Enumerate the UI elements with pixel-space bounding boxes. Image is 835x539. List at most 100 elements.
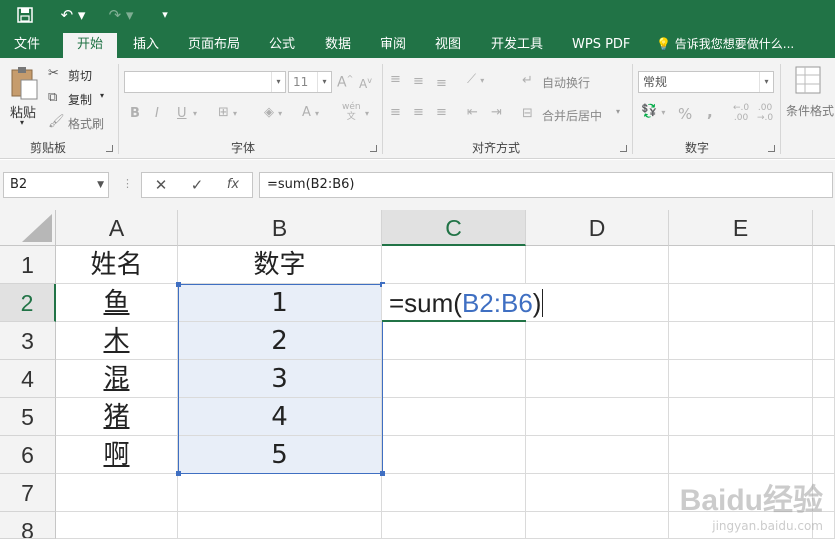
name-box[interactable]: B2 ▼ — [3, 172, 109, 198]
column-header-e[interactable]: E — [669, 210, 813, 246]
cell-d3[interactable] — [526, 322, 669, 360]
number-format-select[interactable]: 常规 ▾ — [638, 71, 774, 93]
conditional-formatting-button[interactable]: 条件格式 — [786, 66, 835, 136]
comma-button[interactable]: , — [707, 103, 713, 121]
cell-c4[interactable] — [382, 360, 526, 398]
enter-button[interactable]: ✓ — [180, 173, 214, 197]
cell-d2[interactable] — [526, 284, 669, 322]
fill-color-icon[interactable]: ◈ ▾ — [264, 105, 282, 120]
row-header-1[interactable]: 1 — [0, 246, 56, 284]
decrease-decimal-icon[interactable]: .00 →.0 — [757, 103, 773, 123]
cell-b8[interactable] — [178, 512, 382, 539]
cut-button[interactable]: ✂ 剪切 — [48, 66, 108, 84]
cell-c5[interactable] — [382, 398, 526, 436]
cell-a2[interactable]: 鱼 — [56, 284, 178, 322]
underline-dropdown-icon[interactable]: ▾ — [193, 109, 197, 118]
column-header-f[interactable] — [813, 210, 835, 246]
tab-file[interactable]: 文件 — [14, 31, 40, 58]
row-header-2[interactable]: 2 — [0, 284, 56, 322]
tab-home[interactable]: 开始 — [63, 33, 117, 58]
column-header-c[interactable]: C — [382, 210, 526, 246]
cell-e5[interactable] — [669, 398, 813, 436]
align-middle-icon[interactable]: ≡ — [413, 74, 424, 89]
insert-function-button[interactable]: fx — [216, 173, 250, 197]
cell-a4[interactable]: 混 — [56, 360, 178, 398]
cell-c3[interactable] — [382, 322, 526, 360]
row-header-4[interactable]: 4 — [0, 360, 56, 398]
cell-a7[interactable] — [56, 474, 178, 512]
tab-formulas[interactable]: 公式 — [269, 31, 295, 58]
column-header-a[interactable]: A — [56, 210, 178, 246]
cell-b1[interactable]: 数字 — [178, 246, 382, 284]
row-header-5[interactable]: 5 — [0, 398, 56, 436]
redo-icon[interactable]: ↷ ▾ — [106, 4, 136, 26]
phonetic-guide-button[interactable]: wén 文 — [342, 102, 361, 122]
cell-e3[interactable] — [669, 322, 813, 360]
column-header-d[interactable]: D — [526, 210, 669, 246]
tab-view[interactable]: 视图 — [435, 31, 461, 58]
tab-wps-pdf[interactable]: WPS PDF — [572, 31, 630, 58]
orientation-icon[interactable]: ⟋ ▾ — [467, 72, 484, 87]
cell-b6[interactable]: 5 — [178, 436, 382, 474]
cell-a5[interactable]: 猪 — [56, 398, 178, 436]
tab-data[interactable]: 数据 — [325, 31, 351, 58]
cell-f6[interactable] — [813, 436, 835, 474]
clipboard-launcher-icon[interactable] — [106, 145, 113, 152]
alignment-launcher-icon[interactable] — [620, 145, 627, 152]
cell-e2[interactable] — [669, 284, 813, 322]
row-header-8[interactable]: 8 — [0, 512, 56, 539]
font-size-input[interactable]: 11 ▾ — [288, 71, 332, 93]
cell-b3[interactable]: 2 — [178, 322, 382, 360]
percent-button[interactable]: % — [678, 105, 692, 123]
cell-c1[interactable] — [382, 246, 526, 284]
tab-page-layout[interactable]: 页面布局 — [188, 31, 240, 58]
cell-b2[interactable]: 1 — [178, 284, 382, 322]
currency-icon[interactable]: 💱 ▾ — [641, 104, 665, 119]
save-icon[interactable] — [14, 4, 36, 26]
cell-b5[interactable]: 4 — [178, 398, 382, 436]
cell-c6[interactable] — [382, 436, 526, 474]
cell-f3[interactable] — [813, 322, 835, 360]
row-header-7[interactable]: 7 — [0, 474, 56, 512]
cell-b7[interactable] — [178, 474, 382, 512]
merge-center-button[interactable]: ⊟ 合并后居中 ▾ — [522, 106, 626, 124]
tell-me-search[interactable]: 💡 告诉我您想要做什么... — [656, 31, 794, 58]
cell-edit-text[interactable]: =sum(B2:B6) — [389, 288, 544, 319]
cell-c7[interactable] — [382, 474, 526, 512]
font-launcher-icon[interactable] — [370, 145, 377, 152]
cell-f4[interactable] — [813, 360, 835, 398]
select-all-button[interactable] — [0, 210, 56, 246]
italic-button[interactable]: I — [155, 106, 159, 121]
align-right-icon[interactable]: ≡ — [436, 105, 447, 120]
row-header-6[interactable]: 6 — [0, 436, 56, 474]
wrap-text-button[interactable]: ↵ 自动换行 — [522, 73, 612, 91]
paste-button[interactable]: 粘贴 ▾ — [6, 66, 42, 127]
cell-c8[interactable] — [382, 512, 526, 539]
cell-d8[interactable] — [526, 512, 669, 539]
tab-review[interactable]: 审阅 — [380, 31, 406, 58]
format-painter-button[interactable]: 🖌 格式刷 — [48, 114, 118, 132]
align-left-icon[interactable]: ≡ — [390, 105, 401, 120]
increase-decimal-icon[interactable]: ←.0.00 — [733, 103, 749, 123]
copy-button[interactable]: ⧉ 复制 ▾ — [48, 90, 118, 108]
number-launcher-icon[interactable] — [768, 145, 775, 152]
align-bottom-icon[interactable]: ≡ — [436, 76, 447, 91]
grow-font-button[interactable]: A^ — [337, 74, 353, 91]
formula-input[interactable]: =sum(B2:B6) — [259, 172, 833, 198]
cell-e4[interactable] — [669, 360, 813, 398]
cell-a6[interactable]: 啊 — [56, 436, 178, 474]
underline-button[interactable]: U — [177, 106, 187, 121]
tab-developer[interactable]: 开发工具 — [491, 31, 543, 58]
cell-a8[interactable] — [56, 512, 178, 539]
cell-f5[interactable] — [813, 398, 835, 436]
cell-f1[interactable] — [813, 246, 835, 284]
bold-button[interactable]: B — [130, 106, 140, 121]
cell-a3[interactable]: 木 — [56, 322, 178, 360]
cell-a1[interactable]: 姓名 — [56, 246, 178, 284]
cell-d1[interactable] — [526, 246, 669, 284]
customize-icon[interactable]: ▾ — [155, 4, 175, 26]
font-name-input[interactable]: ▾ — [124, 71, 286, 93]
font-color-button[interactable]: A ▾ — [302, 105, 319, 120]
align-top-icon[interactable]: ≡ — [390, 72, 401, 87]
cell-e1[interactable] — [669, 246, 813, 284]
